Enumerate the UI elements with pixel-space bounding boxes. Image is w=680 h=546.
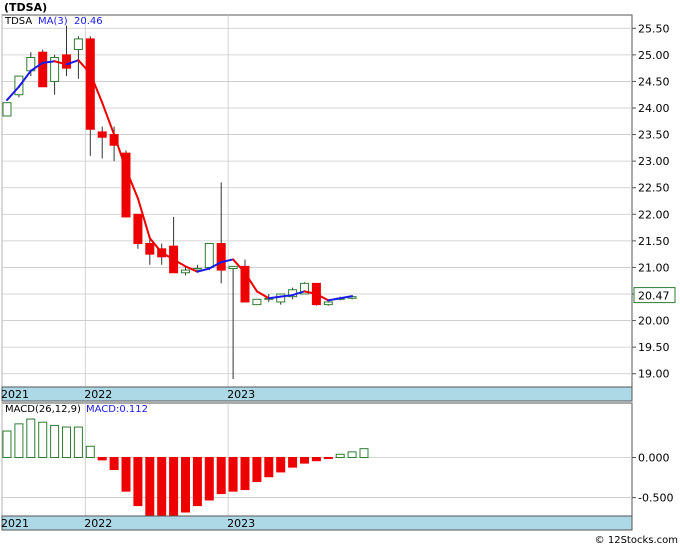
price-candle-body (85, 38, 95, 130)
macd-bar (276, 456, 286, 473)
price-tick-label: 24.00 (638, 102, 670, 115)
macd-bar (204, 456, 214, 501)
macd-tick-label: 0.000 (638, 451, 670, 464)
macd-panel: 0.000 -0.500 2021 2022 2023 (1, 402, 673, 531)
price-plot-area (1, 14, 633, 388)
price-date-label: 2021 (1, 388, 29, 401)
price-tick-label: 20.00 (638, 315, 670, 328)
macd-bar (335, 453, 345, 458)
macd-bar (14, 423, 24, 458)
legend-symbol: TDSA (4, 16, 32, 27)
price-candle-body (252, 298, 262, 306)
stock-chart: 25.50 25.00 24.50 24.00 23.50 23.00 22.50 22.00… (1, 1, 678, 546)
macd-date-label: 2021 (1, 517, 29, 530)
price-tick-label: 23.50 (638, 129, 670, 142)
price-candle-body (133, 213, 143, 245)
price-tick-label: 19.00 (638, 368, 670, 381)
macd-bar (181, 456, 190, 513)
macd-legend-value: MACD:0.112 (86, 404, 148, 415)
macd-bar (252, 456, 262, 483)
price-candle-body (97, 131, 107, 138)
price-candle-body (73, 38, 83, 51)
macd-bar (157, 456, 167, 518)
watermark: © 12Stocks.com (595, 535, 678, 546)
last-price-label: 20.47 (638, 290, 670, 303)
macd-bar (300, 456, 309, 464)
macd-bar (288, 456, 298, 468)
price-tick-label: 21.50 (638, 235, 670, 248)
macd-date-label: 2022 (84, 517, 112, 530)
macd-bar (145, 456, 155, 516)
macd-bar (359, 448, 369, 458)
price-candle-body (323, 301, 333, 306)
macd-bar (192, 456, 202, 507)
price-tick-label: 19.50 (638, 341, 670, 354)
legend-ma-label: MA(3) (38, 16, 68, 27)
macd-bar (169, 456, 179, 517)
legend-ma-value: 20.46 (74, 16, 103, 27)
macd-bar (26, 418, 36, 458)
price-tick-label: 25.00 (638, 49, 670, 62)
macd-bar (97, 456, 107, 461)
macd-bar (85, 445, 95, 458)
macd-date-label: 2023 (227, 517, 255, 530)
macd-bar (133, 456, 143, 507)
price-tick-label: 22.00 (638, 208, 670, 221)
macd-bar (216, 456, 226, 495)
macd-bar (50, 424, 60, 458)
macd-bar (109, 456, 119, 471)
price-tick-label: 22.50 (638, 182, 670, 195)
price-candle-body (216, 243, 226, 271)
macd-bar (323, 456, 333, 459)
macd-bar (311, 456, 321, 462)
price-candle-body (204, 243, 214, 268)
macd-bar (62, 426, 71, 458)
price-candle-body (181, 269, 190, 274)
macd-legend-label: MACD(26,12,9) (5, 404, 81, 415)
price-panel: 25.50 25.00 24.50 24.00 23.50 23.00 22.50 22.00… (1, 14, 676, 402)
macd-bar (264, 456, 274, 478)
price-tick-label: 21.00 (638, 261, 670, 274)
macd-bar (347, 451, 357, 458)
price-date-label: 2023 (227, 388, 255, 401)
price-tick-label: 23.00 (638, 155, 670, 168)
price-candle-body (62, 54, 71, 69)
price-candle-body (38, 51, 48, 88)
price-tick-label: 24.50 (638, 75, 670, 88)
price-date-label: 2022 (84, 388, 112, 401)
price-candle-body (2, 102, 12, 117)
macd-bar (38, 421, 48, 458)
price-tick-label: 25.50 (638, 22, 670, 35)
macd-bar (2, 430, 12, 458)
price-candle-body (145, 243, 155, 255)
chart-title: (TDSA) (4, 1, 47, 14)
macd-bar (240, 456, 250, 491)
price-candle-body (228, 265, 238, 269)
macd-bar (228, 456, 238, 492)
macd-tick-label: -0.500 (638, 492, 673, 505)
macd-bar (121, 456, 131, 492)
macd-bar (73, 426, 83, 458)
